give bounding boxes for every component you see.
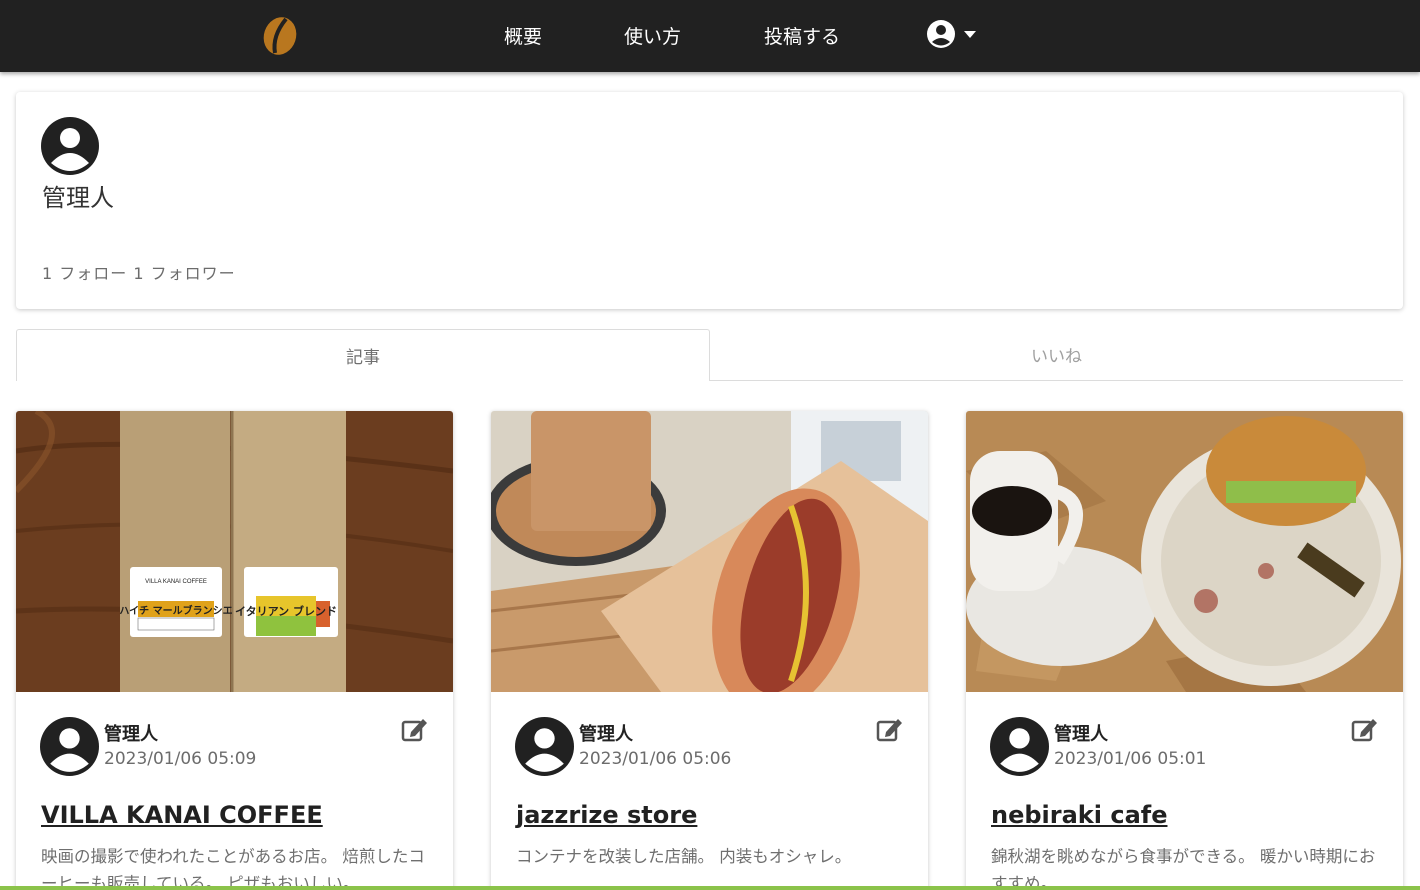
post-date: 2023/01/06 05:09 (104, 749, 257, 769)
bag-label-italian: イタリアン ブレンド (235, 604, 337, 618)
post-title-link[interactable]: jazzrize store (516, 801, 697, 829)
post-card: VILLA KANAI COFFEE ハイチ マールブランシエ イタリアン ブレ… (16, 411, 453, 890)
post-title-link[interactable]: VILLA KANAI COFFEE (41, 801, 323, 829)
post-author: 管理人 (1054, 724, 1108, 745)
follow-counts[interactable]: 1 フォロー 1 フォロワー (42, 260, 236, 284)
profile-tabs: 記事 いいね (16, 329, 1403, 381)
profile-card: 管理人 1 フォロー 1 フォロワー (16, 92, 1403, 309)
post-card: 管理人 2023/01/06 05:01 nebiraki cafe 錦秋湖を眺… (966, 411, 1403, 890)
tab-likes[interactable]: いいね (710, 329, 1403, 381)
post-date: 2023/01/06 05:06 (579, 749, 732, 769)
post-description: 錦秋湖を眺めながら食事ができる。 暖かい時期におすすめ。 (991, 847, 1376, 890)
bag-label-haiti: ハイチ マールブランシエ (119, 604, 232, 617)
edit-icon[interactable] (876, 716, 904, 742)
account-circle-icon (41, 117, 99, 175)
post-card: 管理人 2023/01/06 05:06 jazzrize store コンテナ… (491, 411, 928, 890)
post-description: コンテナを改装した店舗。 内装もオシャレ。 (516, 847, 852, 866)
account-circle-icon[interactable] (515, 717, 574, 776)
post-image-burger[interactable] (966, 411, 1403, 692)
nav-link-usage[interactable]: 使い方 (624, 22, 681, 49)
post-date: 2023/01/06 05:01 (1054, 749, 1207, 769)
bag-label-brand: VILLA KANAI COFFEE (145, 579, 207, 585)
account-circle-icon (927, 20, 955, 48)
account-circle-icon[interactable] (40, 717, 99, 776)
nav-link-about[interactable]: 概要 (504, 22, 542, 49)
bottom-accent-bar (0, 886, 1420, 890)
post-description: 映画の撮影で使われたことがあるお店。 焙煎したコーヒーも販売している。 ピザもお… (41, 847, 425, 890)
post-image-coffee-bags[interactable]: VILLA KANAI COFFEE ハイチ マールブランシエ イタリアン ブレ… (16, 411, 453, 692)
top-navbar: 概要 使い方 投稿する (0, 0, 1420, 72)
post-author: 管理人 (579, 724, 633, 745)
account-circle-icon[interactable] (990, 717, 1049, 776)
user-menu-dropdown[interactable] (926, 19, 976, 49)
post-image-hotdog[interactable] (491, 411, 928, 692)
edit-icon[interactable] (401, 716, 429, 742)
tab-articles[interactable]: 記事 (16, 329, 710, 381)
caret-down-icon (964, 30, 976, 38)
nav-link-post[interactable]: 投稿する (764, 22, 840, 49)
coffee-bean-icon[interactable] (262, 16, 298, 56)
post-title-link[interactable]: nebiraki cafe (991, 801, 1167, 829)
profile-name: 管理人 (42, 184, 114, 212)
edit-icon[interactable] (1351, 716, 1379, 742)
post-author: 管理人 (104, 724, 158, 745)
